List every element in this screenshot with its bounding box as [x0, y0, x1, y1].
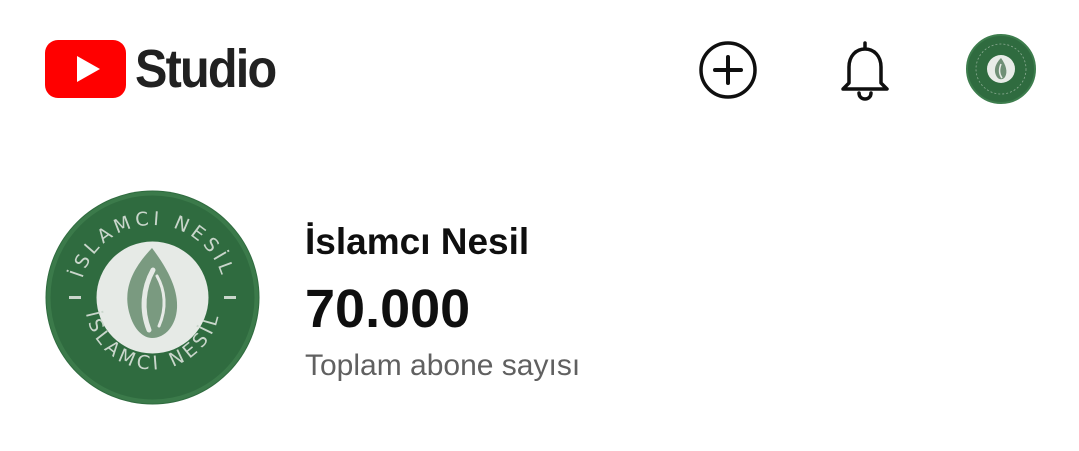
channel-summary: İSLAMCI NESİL İSLAMCI NESİL İslamcı Nesi… — [45, 190, 745, 410]
create-button[interactable] — [697, 39, 759, 101]
channel-avatar[interactable]: İSLAMCI NESİL İSLAMCI NESİL — [45, 190, 260, 405]
account-avatar[interactable] — [966, 34, 1036, 104]
youtube-studio-logo[interactable]: Studio — [45, 39, 291, 99]
create-plus-icon — [699, 41, 757, 99]
notifications-button[interactable] — [835, 37, 895, 101]
channel-logo-image: İSLAMCI NESİL İSLAMCI NESİL — [45, 190, 260, 405]
top-app-bar: Studio — [0, 0, 1079, 140]
subscriber-label: Toplam abone sayısı — [305, 349, 581, 382]
subscriber-count: 70.000 — [305, 279, 471, 339]
app-name: Studio — [135, 39, 277, 99]
youtube-play-icon — [45, 40, 126, 98]
channel-name: İslamcı Nesil — [305, 221, 530, 262]
notifications-bell-icon — [841, 41, 889, 101]
channel-logo-image — [966, 34, 1036, 104]
